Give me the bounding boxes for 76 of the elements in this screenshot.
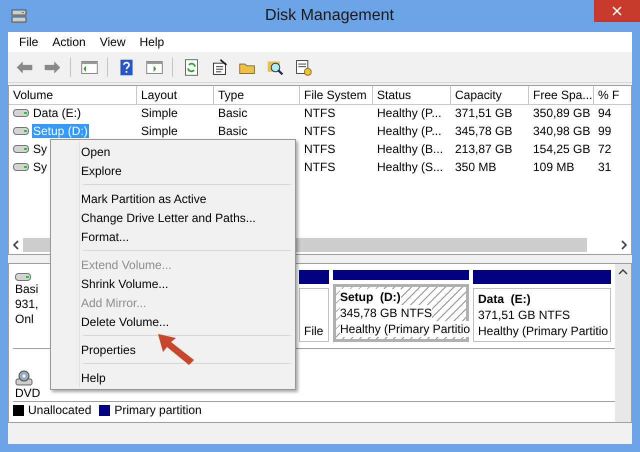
table-cell-text: NTFS <box>303 124 336 138</box>
disk-label: Basi <box>15 282 38 297</box>
column-header[interactable]: Type <box>214 86 300 105</box>
table-cell-text: Healthy (B... <box>376 142 444 156</box>
table-cell-text: NTFS <box>303 160 336 174</box>
table-cell-text: 345,78 GB <box>454 124 514 138</box>
volume-name[interactable]: Data (E:) <box>32 106 82 120</box>
table-cell-text: Simple <box>140 106 179 120</box>
vertical-scrollbar[interactable] <box>615 264 631 422</box>
partition-status: File <box>304 323 324 339</box>
legend-label: Primary partition <box>114 403 202 417</box>
context-menu-item[interactable]: Shrink Volume... <box>53 274 293 293</box>
partition-name: Data (E:) <box>478 291 531 307</box>
partition-bar <box>299 270 329 284</box>
legend-label: Unallocated <box>28 403 92 417</box>
partition-block[interactable]: Setup (D:) 345,78 GB NTFS Healthy (Primary Partitio <box>333 284 469 342</box>
disk-icon <box>11 8 27 24</box>
disk-label: 931, <box>15 297 38 312</box>
context-menu-item[interactable]: Format... <box>53 227 293 246</box>
partition-size: 371,51 GB NTFS <box>478 307 570 323</box>
disk-label: Onl <box>15 312 34 327</box>
drive-icon <box>13 126 29 136</box>
context-menu-item[interactable]: Delete Volume... <box>53 312 293 331</box>
close-button[interactable] <box>594 0 640 22</box>
drive-icon <box>13 144 29 154</box>
volume-name[interactable]: Sy <box>32 142 48 156</box>
partition-block[interactable]: Data (E:) 371,51 GB NTFS Healthy (Primary Partitio <box>473 288 611 342</box>
table-cell-text: 99 <box>597 124 612 138</box>
table-cell-text: NTFS <box>303 106 336 120</box>
context-menu-item[interactable]: Properties <box>53 340 293 359</box>
partition-block[interactable]: File <box>299 288 329 342</box>
menu-item[interactable]: Action <box>45 34 93 50</box>
table-cell-text: 350,89 GB <box>532 106 592 120</box>
partition-status: Healthy (Primary Partitio <box>340 321 470 337</box>
table-cell-text: 31 <box>597 160 612 174</box>
menu-item[interactable]: Help <box>132 34 172 50</box>
drive-icon <box>13 108 29 118</box>
table-cell-text: 109 MB <box>532 160 576 174</box>
table-cell-text: 350 MB <box>454 160 498 174</box>
context-menu-item[interactable]: Change Drive Letter and Paths... <box>53 208 293 227</box>
table-cell-text: Basic <box>217 124 248 138</box>
annotation-arrow <box>156 332 196 366</box>
table-cell-text: Simple <box>140 124 179 138</box>
table-cell-text: 371,51 GB <box>454 106 514 120</box>
table-cell-text: 72 <box>597 142 612 156</box>
table-cell-text: 94 <box>597 106 612 120</box>
table-cell-text: Healthy (S... <box>376 160 444 174</box>
volume-name[interactable]: Sy <box>32 160 48 174</box>
table-cell-text: Healthy (P... <box>376 124 442 138</box>
drive-icon <box>13 162 29 172</box>
table-cell-text: NTFS <box>303 142 336 156</box>
disk-label: DVD <box>15 386 40 401</box>
table-cell-text: 154,25 GB <box>532 142 592 156</box>
context-menu-item[interactable]: Help <box>53 368 293 387</box>
partition-status: Healthy (Primary Partitio <box>478 323 608 339</box>
table-cell-text: Basic <box>217 106 248 120</box>
column-header[interactable]: File System <box>300 86 373 105</box>
table-cell-text: Healthy (P... <box>376 106 442 120</box>
scroll-up-icon[interactable] <box>618 268 628 276</box>
context-menu-item[interactable]: Explore <box>53 161 293 180</box>
window-title: Disk Management <box>265 7 394 25</box>
partition-size: 345,78 GB NTFS <box>340 305 432 321</box>
table-cell-text: 340,98 GB <box>532 124 592 138</box>
menu-item[interactable]: File <box>12 34 46 50</box>
column-header[interactable]: Layout <box>137 86 214 105</box>
column-header[interactable]: Volume <box>9 86 137 105</box>
menu-item[interactable]: View <box>92 34 132 50</box>
column-header[interactable]: Status <box>373 86 451 105</box>
context-menu-item[interactable]: Mark Partition as Active <box>53 189 293 208</box>
drive-icon <box>15 272 31 282</box>
close-icon <box>612 6 622 16</box>
table-cell-text: 213,87 GB <box>454 142 514 156</box>
context-menu-item[interactable]: Open <box>53 142 293 161</box>
column-header[interactable]: Capacity <box>451 86 529 105</box>
column-header[interactable]: Free Spa... <box>529 86 594 105</box>
partition-name: Setup (D:) <box>340 289 401 305</box>
